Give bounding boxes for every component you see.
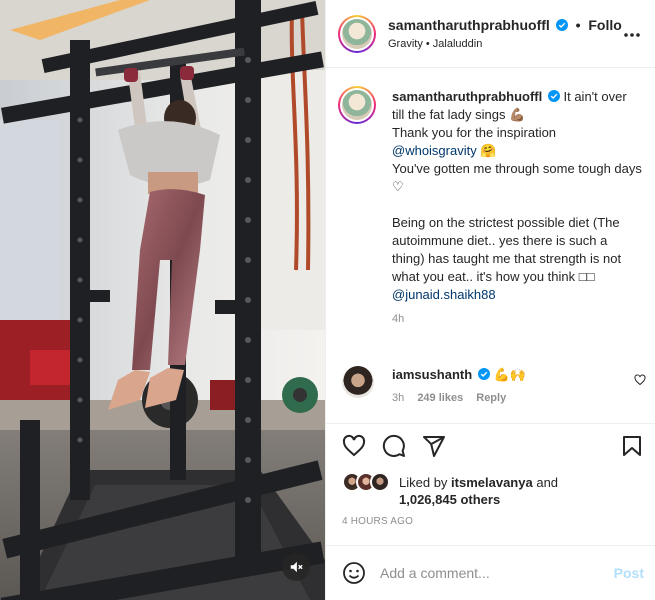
share-icon[interactable] [422,434,446,458]
caption-line2: Thank you for the inspiration [392,125,557,140]
follow-button[interactable]: Follo [588,17,621,33]
author-line: samantharuthprabhuoffl • Follo [388,17,622,33]
post-comment-button[interactable]: Post [614,565,644,581]
mute-button[interactable] [282,553,310,581]
comment-composer: Post [326,545,655,600]
verified-icon [477,368,490,380]
comment-meta: 3h 249 likes Reply [392,392,516,404]
likes-summary: Liked by itsmelavanya and 1,026,845 othe… [342,470,642,510]
caption-avatar[interactable] [338,86,376,124]
heart-icon[interactable] [342,434,366,458]
comment-like-icon[interactable] [634,374,646,386]
mute-icon [290,561,303,573]
author-avatar[interactable] [338,15,376,53]
reply-button[interactable]: Reply [476,392,506,404]
hugging-emoji: 🤗 [480,143,497,158]
caption-paragraph2-wrap: Being on the strictest possible diet (Th… [392,214,642,286]
liked-by-prefix: Liked by [399,475,448,490]
caption-age[interactable]: 4h [392,310,642,328]
liked-by-and: and [536,475,559,490]
comment-age[interactable]: 3h [392,392,404,404]
more-icon[interactable] [622,26,642,44]
emoji-icon[interactable] [342,561,366,585]
comment-likes[interactable]: 249 likes [417,392,463,404]
mention-link-2[interactable]: @junaid.shaikh88 [392,287,496,302]
post-timestamp[interactable]: 4 HOURS AGO [342,516,413,527]
post-video-frame [0,0,325,600]
separator-dot: • [575,17,581,33]
mention-link[interactable]: @whoisgravity [392,143,477,158]
liked-by-line: Liked by itsmelavanya and [399,474,558,492]
liker-avatar[interactable] [370,472,390,492]
caption-mention-line: @whoisgravity 🤗 [392,142,642,160]
heart-emoji: ♡ [392,179,404,194]
commenter-avatar[interactable] [342,366,374,398]
liked-by-user[interactable]: itsmelavanya [451,475,533,490]
caption-username[interactable]: samantharuthprabhuoffl [392,89,542,104]
post-header: samantharuthprabhuoffl • Follo Gravity •… [326,0,655,68]
action-bar [326,423,655,468]
comment-body: iamsushanth 💪🙌 [392,367,526,383]
comments-section: samantharuthprabhuoffl It ain't over til… [326,68,655,423]
caption-line3-wrap: You've gotten me through some tough days… [392,160,642,196]
commenter-username[interactable]: iamsushanth [392,367,472,382]
caption-line3: You've gotten me through some tough days [392,161,642,176]
emoji-glyphs: □□ [578,269,595,284]
verified-icon [555,19,568,31]
likes-others[interactable]: 1,026,845 others [399,492,500,507]
post-media[interactable] [0,0,325,600]
caption-mention2-wrap: @junaid.shaikh88 [392,286,642,304]
caption-first-line: samantharuthprabhuoffl It ain't over til… [392,88,642,124]
verified-icon [547,90,560,102]
author-username[interactable]: samantharuthprabhuoffl [388,17,550,33]
flexed-bicep-emoji: 💪🏽 [509,107,526,122]
audio-attribution[interactable]: Gravity • Jalaluddin [388,38,482,50]
post-details-panel: samantharuthprabhuoffl • Follo Gravity •… [325,0,655,600]
comment-text: 💪🙌 [493,367,526,382]
caption: samantharuthprabhuoffl It ain't over til… [392,88,642,328]
add-comment-input[interactable] [380,563,600,583]
comment-icon[interactable] [382,434,406,458]
bookmark-icon[interactable] [620,434,644,458]
